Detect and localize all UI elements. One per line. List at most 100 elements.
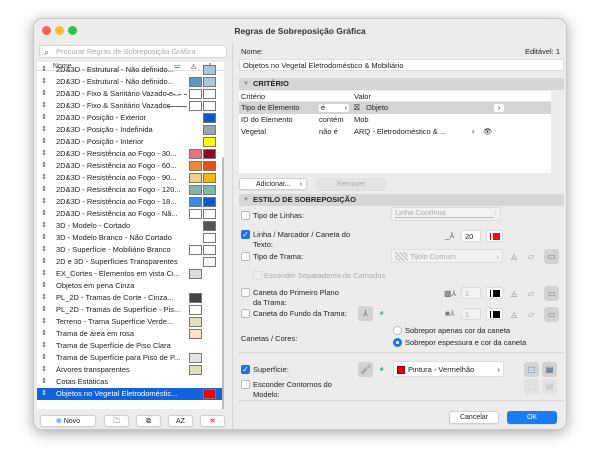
drag-handle-icon[interactable]: ⇕ — [41, 280, 47, 292]
fg-pen-checkbox[interactable] — [241, 288, 250, 297]
list-item[interactable]: ⇕ 2D&3D - Resistência ao Fogo - 90... — [37, 172, 224, 184]
operator-select[interactable]: é › — [319, 104, 349, 112]
duplicate-button[interactable]: ⧉ — [136, 415, 161, 427]
list-item[interactable]: ⇕ Trama de Superfície para Piso de P... — [37, 352, 224, 364]
close-window-button[interactable] — [42, 26, 51, 35]
list-item[interactable]: ⇕ 2D&3D - Resistência ao Fogo - 60... — [37, 160, 224, 172]
list-item[interactable]: ⇕ 2D&3D - Posição - Interior — [37, 136, 224, 148]
list-item[interactable]: ⇕ Trama de área em rosa — [37, 328, 224, 340]
list-item[interactable]: ⇕ 2D&3D - Resistência ao Fogo - 30... — [37, 148, 224, 160]
list-item[interactable]: ⇕ EX_Cortes - Elementos em vista Ci... — [37, 268, 224, 280]
drag-handle-icon[interactable]: ⇕ — [41, 364, 47, 376]
sort-button[interactable]: AZ — [168, 415, 193, 427]
list-item[interactable]: ⇕ Cotas Estáticas — [37, 376, 224, 388]
search-input[interactable]: ⌕ Procurar Regras de Sobreposição Gráfic… — [39, 45, 227, 58]
cover-fill-icon[interactable]: ▱ — [528, 252, 534, 261]
surface-section-icon[interactable]: ▤ — [542, 362, 557, 377]
drag-handle-icon[interactable]: ⇕ — [41, 76, 47, 88]
import-button[interactable]: 🗀 — [104, 415, 129, 427]
list-item[interactable]: ⇕ 2D&3D - Fixo & Sanitário Vazado e... — [37, 88, 224, 100]
criteria-row[interactable]: ID do Elemento contém Mob — [239, 114, 551, 126]
drag-handle-icon[interactable]: ⇕ — [41, 292, 47, 304]
list-item[interactable]: ⇕ 2D&3D - Posição - Exterior — [37, 112, 224, 124]
drag-handle-icon[interactable]: ⇕ — [41, 388, 47, 400]
criteria-row[interactable]: Tipo de Elemento é › ⛝ Objeto › — [239, 102, 551, 114]
list-item[interactable]: ⇕ 2D&3D - Resistência ao Fogo - 120... — [37, 184, 224, 196]
list-item[interactable]: ⇕ Objetos em pena Cinza — [37, 280, 224, 292]
list-item[interactable]: ⇕ Terreno - Trama Superfície Verde... — [37, 316, 224, 328]
surface-3d-icon[interactable]: ⬚ — [524, 362, 539, 377]
drag-handle-icon[interactable]: ⇕ — [41, 184, 47, 196]
list-item[interactable]: ⇕ 3D - Superfície - Mobiliário Branco — [37, 244, 224, 256]
list-item[interactable]: ⇕ 2D e 3D - Superfícies Transparentes — [37, 256, 224, 268]
drag-handle-icon[interactable]: ⇕ — [41, 352, 47, 364]
cut-fill-icon[interactable]: ◬ — [511, 310, 517, 319]
cut-fill-icon[interactable]: ◬ — [511, 252, 517, 261]
drag-handle-icon[interactable]: ⇕ — [41, 124, 47, 136]
drag-handle-icon[interactable]: ⇕ — [41, 196, 47, 208]
drafting-fill-icon[interactable]: ▭ — [544, 249, 559, 264]
minimize-window-button[interactable] — [55, 26, 64, 35]
drag-handle-icon[interactable]: ⇕ — [41, 316, 47, 328]
cover-fill-icon[interactable]: ▱ — [528, 310, 534, 319]
drag-handle-icon[interactable]: ⇕ — [41, 328, 47, 340]
drag-handle-icon[interactable]: ⇕ — [41, 160, 47, 172]
list-item[interactable]: ⇕ Objetos no Vegetal Eletrodoméstic... — [37, 388, 224, 400]
list-item[interactable]: ⇕ 3D - Modelo - Cortado — [37, 220, 224, 232]
rule-name-field[interactable]: Objetos no Vegetal Eletrodoméstico & Mob… — [239, 59, 564, 71]
override-style-section-header[interactable]: ▼ ESTILO DE SOBREPOSIÇÃO — [239, 194, 564, 206]
drag-handle-icon[interactable]: ⇕ — [41, 64, 47, 76]
drag-handle-icon[interactable]: ⇕ — [41, 136, 47, 148]
fill-type-select[interactable]: Tijolo Comum › — [391, 249, 503, 263]
list-item[interactable]: ⇕ 2D&3D - Estrutural - Não definido... — [37, 76, 224, 88]
pen-color-button[interactable] — [486, 230, 503, 242]
drag-handle-icon[interactable]: ⇕ — [41, 148, 47, 160]
drag-handle-icon[interactable]: ⇕ — [41, 376, 47, 388]
radio-color-only[interactable] — [393, 326, 402, 335]
add-criterion-button[interactable]: Adicionar... › — [239, 178, 307, 190]
pen-number-field[interactable]: 20 — [461, 230, 481, 242]
list-item[interactable]: ⇕ PL_2D - Tramas de Superfície - Pis... — [37, 304, 224, 316]
bg-pen-number-field[interactable]: 1 — [461, 308, 481, 320]
drag-handle-icon[interactable]: ⇕ — [41, 112, 47, 124]
drag-handle-icon[interactable]: ⇕ — [41, 220, 47, 232]
bg-pen-checkbox[interactable] — [241, 309, 250, 318]
ok-button[interactable]: OK — [507, 411, 557, 424]
drag-handle-icon[interactable]: ⇕ — [41, 244, 47, 256]
drag-handle-icon[interactable]: ⇕ — [41, 340, 47, 352]
list-item[interactable]: ⇕ 2D&3D - Resistência ao Fogo - Nã... — [37, 208, 224, 220]
hide-separators-checkbox[interactable] — [253, 271, 262, 280]
drafting-fill-icon[interactable]: ▭ — [544, 286, 559, 301]
drag-handle-icon[interactable]: ⇕ — [41, 268, 47, 280]
drag-handle-icon[interactable]: ⇕ — [41, 256, 47, 268]
fill-type-checkbox[interactable] — [241, 252, 250, 261]
list-item[interactable]: ⇕ 2D&3D - Resistência ao Fogo - 18... — [37, 196, 224, 208]
contour-section-icon[interactable]: ▤ — [542, 379, 557, 394]
drafting-fill-icon[interactable]: ▭ — [544, 307, 559, 322]
list-item[interactable]: ⇕ 2D&3D - Fixo & Sanitário Vazados — [37, 100, 224, 112]
cancel-button[interactable]: Cancelar — [449, 411, 499, 424]
hide-contours-checkbox[interactable] — [241, 380, 250, 389]
criteria-section-header[interactable]: ▼ CRITÉRIO — [239, 78, 564, 90]
color-wheel-icon[interactable]: ◕ — [379, 364, 384, 373]
list-item[interactable]: ⇕ Trama de Superfície de Piso Clara — [37, 340, 224, 352]
list-item[interactable]: ⇕ 3D - Modelo Branco - Não Cortado — [37, 232, 224, 244]
zoom-window-button[interactable] — [68, 26, 77, 35]
remove-criterion-button[interactable]: Remover — [317, 178, 385, 190]
criteria-row[interactable]: Vegetal não é ARQ - Eletrodoméstico & ..… — [239, 126, 551, 138]
surface-select[interactable]: Pintura - Vermelhão › — [393, 361, 504, 377]
radio-weight-and-color[interactable] — [393, 338, 402, 347]
drag-handle-icon[interactable]: ⇕ — [41, 100, 47, 112]
list-scrollbar[interactable] — [222, 157, 224, 409]
line-type-checkbox[interactable] — [241, 211, 250, 220]
list-item[interactable]: ⇕ Árvores transparentes — [37, 364, 224, 376]
list-item[interactable]: ⇕ 2D&3D - Estrutural - Não definido... — [37, 64, 224, 76]
cover-fill-icon[interactable]: ▱ — [528, 289, 534, 298]
line-type-select[interactable]: Linha Contínua › — [391, 207, 501, 221]
drag-handle-icon[interactable]: ⇕ — [41, 304, 47, 316]
drag-handle-icon[interactable]: ⇕ — [41, 172, 47, 184]
surface-checkbox[interactable]: ✓ — [241, 365, 250, 374]
paint-brush-icon[interactable]: 🖌 — [358, 362, 373, 377]
drag-handle-icon[interactable]: ⇕ — [41, 208, 47, 220]
bg-pen-color-button[interactable] — [486, 308, 503, 320]
